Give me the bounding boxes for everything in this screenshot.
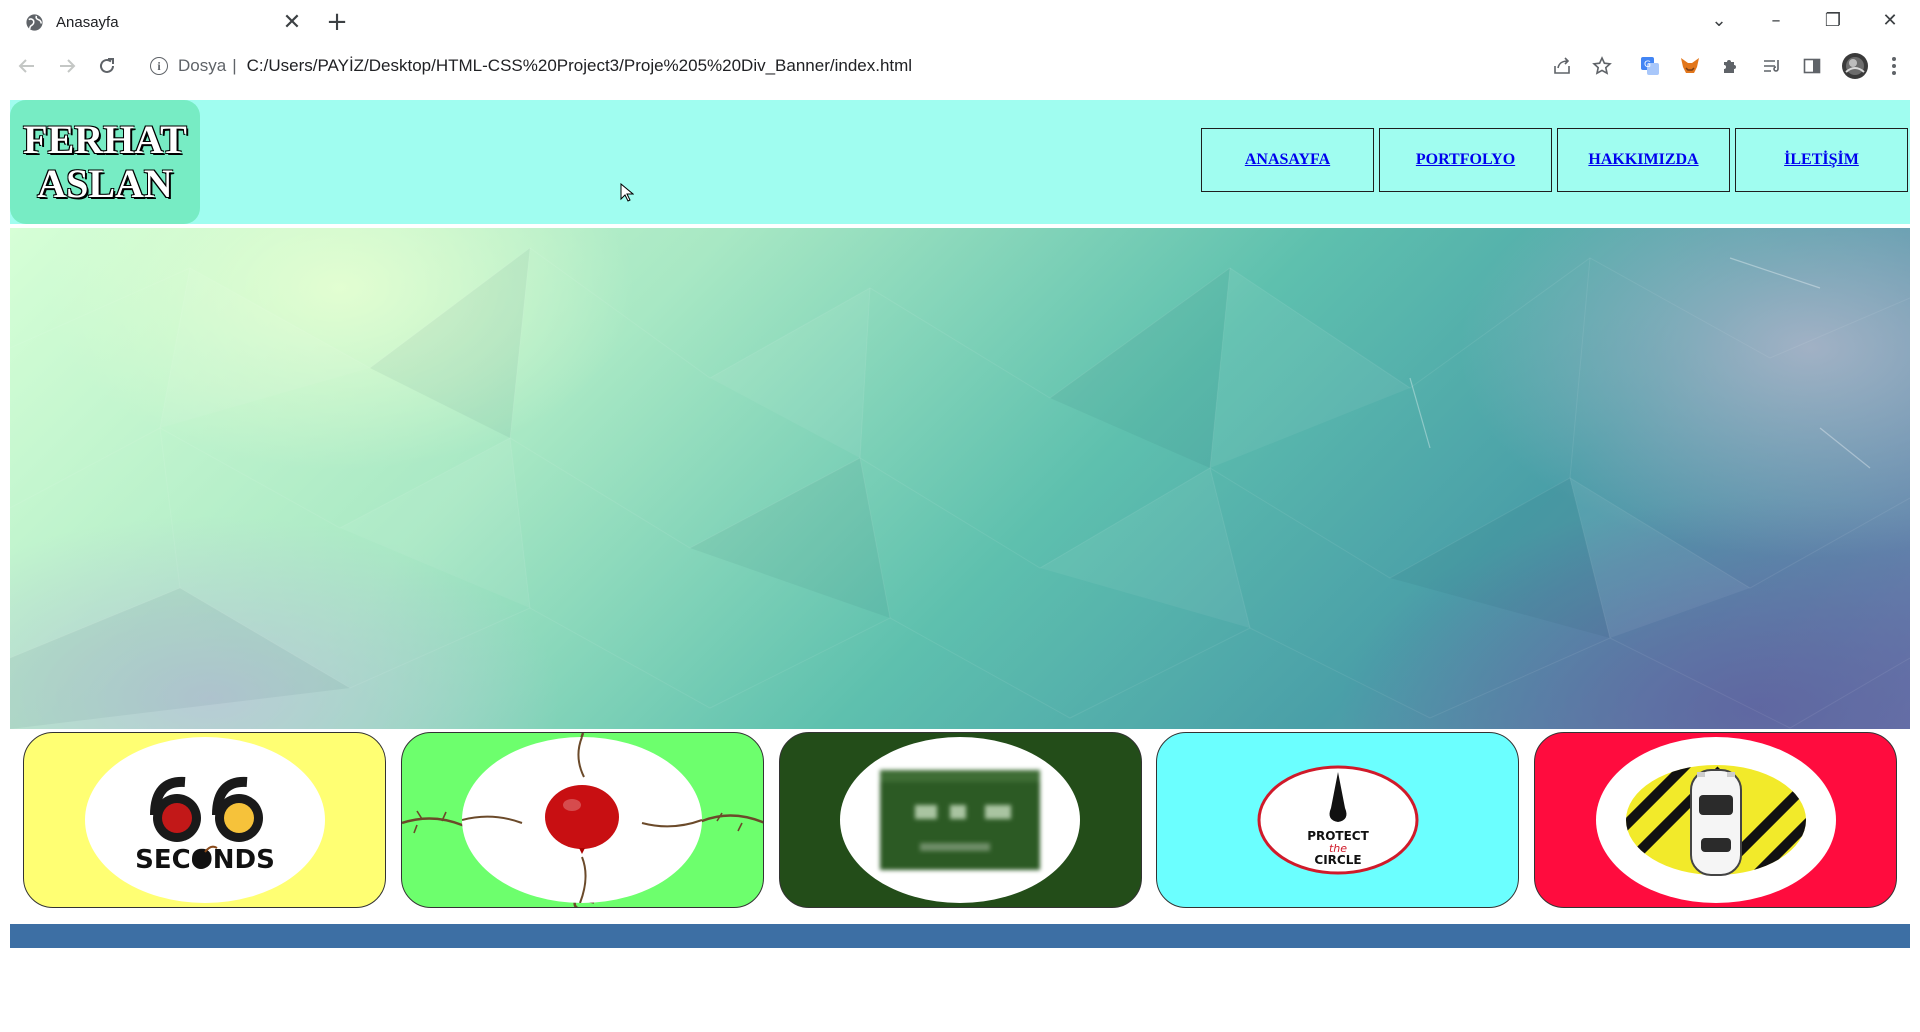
main-nav: ANASAYFA PORTFOLYO HAKKIMIZDA İLETİŞİM: [1201, 128, 1908, 192]
logo-line-1: FERHAT: [23, 117, 187, 162]
project-card-66-seconds[interactable]: SECONDS: [23, 732, 386, 908]
close-tab-icon[interactable]: ✕: [280, 10, 304, 35]
translate-icon[interactable]: G: [1638, 54, 1662, 78]
share-icon[interactable]: [1550, 54, 1574, 78]
card-oval: [840, 737, 1080, 903]
project-cards: SECONDS: [23, 732, 1897, 908]
url-text[interactable]: C:/Users/PAYİZ/Desktop/HTML-CSS%20Projec…: [247, 56, 912, 76]
tab-title: Anasayfa: [56, 13, 119, 31]
site-header: FERHAT ASLAN ANASAYFA PORTFOLYO HAKKIMIZ…: [10, 100, 1910, 224]
nav-link-anasayfa[interactable]: ANASAYFA: [1201, 128, 1374, 192]
nav-link-hakkimizda[interactable]: HAKKIMIZDA: [1557, 128, 1730, 192]
back-icon[interactable]: [11, 50, 43, 82]
address-bar[interactable]: i Dosya | C:/Users/PAYİZ/Desktop/HTML-CS…: [140, 48, 1540, 84]
browser-toolbar: i Dosya | C:/Users/PAYİZ/Desktop/HTML-CS…: [0, 44, 1920, 88]
hero-banner: [10, 228, 1910, 729]
fox-extension-icon[interactable]: [1678, 54, 1702, 78]
forward-icon[interactable]: [51, 50, 83, 82]
card-oval: SECONDS: [84, 737, 325, 903]
balloon-icon: [462, 737, 703, 903]
nav-link-iletisim[interactable]: İLETİŞİM: [1735, 128, 1908, 192]
site-logo[interactable]: FERHAT ASLAN: [10, 100, 200, 224]
restore-button[interactable]: ❐: [1805, 0, 1861, 40]
card-oval: [1595, 737, 1836, 903]
globe-icon: [26, 13, 43, 31]
close-window-button[interactable]: ✕: [1862, 0, 1918, 40]
tab-strip: Anasayfa ✕ + ⌄ – ❐ ✕: [0, 0, 1920, 44]
browser-tab[interactable]: Anasayfa ✕: [0, 0, 315, 44]
66-seconds-logo: SECONDS: [135, 776, 274, 875]
project-card-car[interactable]: [1534, 732, 1897, 908]
nav-link-portfolyo[interactable]: PORTFOLYO: [1379, 128, 1552, 192]
card-oval: [462, 737, 703, 903]
omnibox-separator: |: [232, 56, 237, 75]
logo-line-2: ASLAN: [37, 161, 173, 206]
low-poly-pattern: [10, 247, 1910, 729]
reload-icon[interactable]: [91, 50, 123, 82]
protect-the-circle-logo: PROTECT the CIRCLE: [1257, 765, 1419, 875]
puzzle-extension-icon[interactable]: [1718, 54, 1742, 78]
car-logo: [1625, 765, 1806, 876]
mouse-cursor-icon: [620, 183, 634, 202]
math-board-image: [880, 770, 1040, 870]
project-card-protect-the-circle[interactable]: PROTECT the CIRCLE: [1156, 732, 1520, 908]
footer-bar: [10, 924, 1910, 948]
profile-avatar[interactable]: [1840, 51, 1870, 81]
minimize-button[interactable]: –: [1748, 0, 1804, 40]
kebab-menu-icon[interactable]: [1882, 54, 1906, 78]
scheme-label: Dosya: [178, 56, 227, 75]
reading-list-icon[interactable]: [1760, 54, 1784, 78]
new-tab-button[interactable]: +: [322, 7, 352, 37]
project-card-math[interactable]: [778, 732, 1142, 908]
logo-protect: PROTECT: [1307, 829, 1369, 843]
star-icon[interactable]: [1590, 54, 1614, 78]
logo-circle: CIRCLE: [1314, 853, 1361, 867]
info-icon[interactable]: i: [150, 57, 168, 75]
side-panel-icon[interactable]: [1800, 54, 1824, 78]
tab-search-icon[interactable]: ⌄: [1691, 0, 1747, 40]
project-card-balloon[interactable]: [400, 732, 764, 908]
svg-text:G: G: [1644, 60, 1651, 70]
